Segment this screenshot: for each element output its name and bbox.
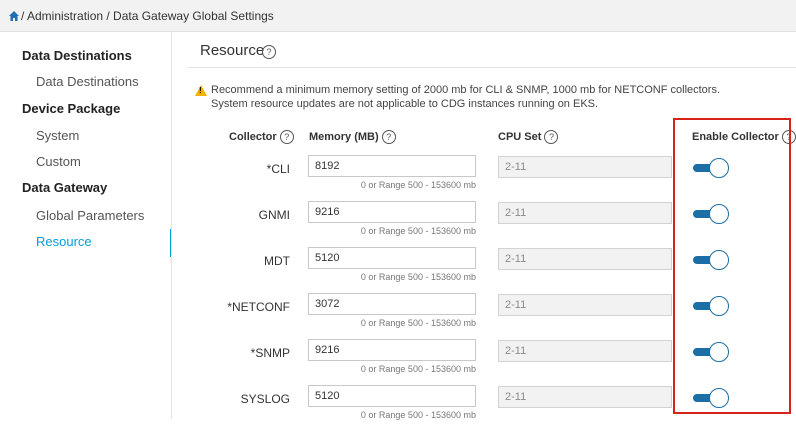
sidebar-item-system[interactable]: System	[36, 128, 79, 143]
home-icon[interactable]	[8, 10, 20, 22]
note-line-1: Recommend a minimum memory setting of 20…	[211, 84, 721, 96]
memory-input-gnmi[interactable]	[308, 201, 476, 223]
column-header-collector-label: Collector	[229, 130, 277, 143]
collector-name: *SNMP	[250, 346, 290, 360]
enable-collector-highlight	[673, 118, 791, 414]
column-header-cpu: CPU Set ?	[498, 130, 559, 144]
collector-name: SYSLOG	[240, 392, 290, 406]
memory-input-netconf[interactable]	[308, 293, 476, 315]
cpu-set-input-gnmi	[498, 202, 672, 224]
cpu-set-input-snmp	[498, 340, 672, 362]
memory-range-hint: 0 or Range 500 - 153600 mb	[360, 226, 476, 236]
breadcrumb-path[interactable]: / Administration / Data Gateway Global S…	[21, 9, 274, 23]
breadcrumb: / Administration / Data Gateway Global S…	[0, 0, 796, 32]
column-header-memory-label: Memory (MB)	[309, 130, 379, 143]
collector-name: GNMI	[258, 208, 290, 222]
memory-input-mdt[interactable]	[308, 247, 476, 269]
cpu-set-input-mdt	[498, 248, 672, 270]
title-divider	[188, 67, 796, 68]
sidebar-group-device-package: Device Package	[22, 101, 121, 116]
memory-help-icon[interactable]: ?	[381, 130, 396, 144]
warning-mark: !	[199, 86, 202, 95]
sidebar-item-data-destinations[interactable]: Data Destinations	[36, 74, 139, 89]
note-line-2: System resource updates are not applicab…	[211, 98, 599, 110]
column-header-memory: Memory (MB) ?	[309, 130, 396, 144]
column-header-cpu-label: CPU Set	[498, 130, 542, 143]
collector-name: MDT	[264, 254, 290, 268]
page-title: Resource	[200, 42, 265, 59]
column-header-collector: Collector ?	[229, 130, 294, 144]
memory-range-hint: 0 or Range 500 - 153600 mb	[360, 180, 476, 190]
collector-name: *CLI	[266, 162, 290, 176]
memory-range-hint: 0 or Range 500 - 153600 mb	[360, 318, 476, 328]
memory-range-hint: 0 or Range 500 - 153600 mb	[360, 364, 476, 374]
collector-help-icon[interactable]: ?	[279, 130, 294, 144]
help-icon[interactable]: ?	[262, 45, 276, 59]
memory-range-hint: 0 or Range 500 - 153600 mb	[360, 272, 476, 282]
cpu-set-input-syslog	[498, 386, 672, 408]
cpu-help-icon[interactable]: ?	[544, 130, 559, 144]
cpu-set-input-cli	[498, 156, 672, 178]
memory-input-cli[interactable]	[308, 155, 476, 177]
memory-input-syslog[interactable]	[308, 385, 476, 407]
cpu-set-input-netconf	[498, 294, 672, 316]
sidebar-group-data-destinations: Data Destinations	[22, 48, 132, 63]
collector-name: *NETCONF	[227, 300, 290, 314]
memory-input-snmp[interactable]	[308, 339, 476, 361]
